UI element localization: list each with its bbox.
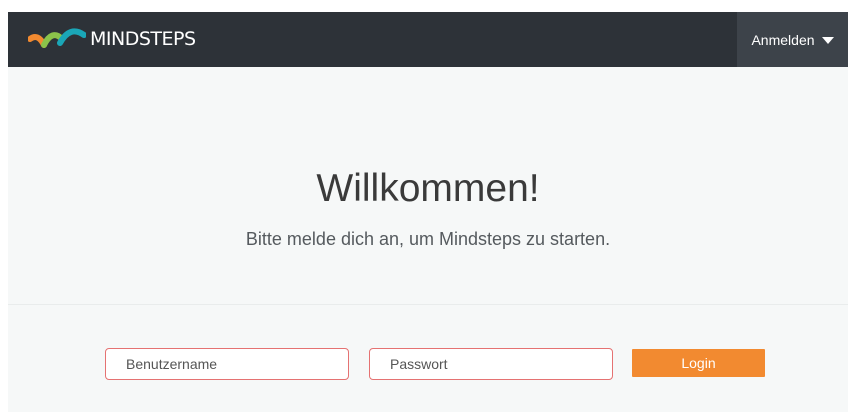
login-dropdown-label: Anmelden xyxy=(751,31,815,48)
top-navbar: MINDSTEPS Anmelden xyxy=(8,12,848,67)
welcome-section: Willkommen! Bitte melde dich an, um Mind… xyxy=(8,67,848,304)
mindsteps-logo-icon xyxy=(28,27,86,48)
brand[interactable]: MINDSTEPS xyxy=(28,12,196,67)
login-dropdown-toggle[interactable]: Anmelden xyxy=(737,12,848,67)
brand-name: MINDSTEPS xyxy=(90,28,196,50)
password-input[interactable] xyxy=(369,348,613,380)
welcome-title: Willkommen! xyxy=(316,167,540,210)
welcome-subtitle: Bitte melde dich an, um Mindsteps zu sta… xyxy=(245,229,611,249)
username-input[interactable] xyxy=(105,348,349,380)
caret-down-icon xyxy=(821,37,834,44)
login-form: Login xyxy=(8,305,848,412)
login-button[interactable]: Login xyxy=(632,349,765,377)
